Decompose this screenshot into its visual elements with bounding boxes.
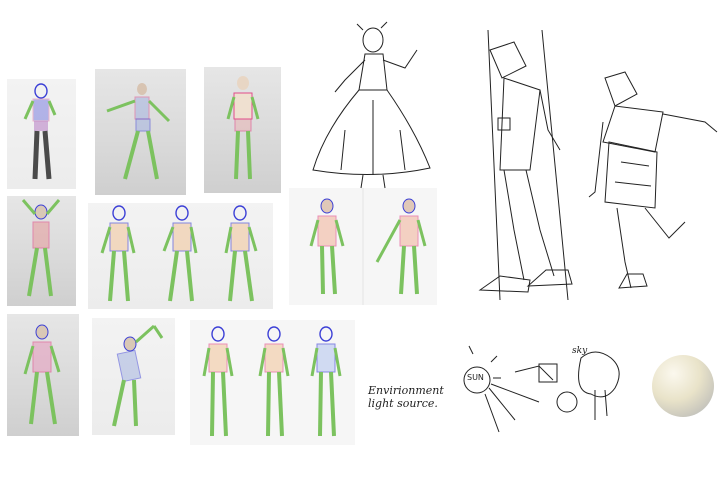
pose-photo-8[interactable] <box>92 318 175 435</box>
pose-overlay <box>23 324 61 425</box>
pose-photo-9[interactable] <box>190 320 355 445</box>
pose-photo-1[interactable] <box>7 79 76 189</box>
pose-overlay <box>112 324 164 427</box>
sketch-lines <box>478 29 573 301</box>
pose-photo-6[interactable] <box>289 188 437 305</box>
pose-overlay <box>202 326 342 437</box>
pose-overlay <box>23 83 57 180</box>
standing-figure-sketch[interactable] <box>470 20 585 305</box>
pose-photo-4[interactable] <box>7 196 76 306</box>
walking-figure-sketch[interactable] <box>585 62 720 307</box>
pose-photo-5[interactable] <box>88 203 273 309</box>
environment-note-text: Envirionment light source. <box>368 384 444 410</box>
pose-overlay <box>226 76 260 180</box>
diagram-lines <box>463 345 620 433</box>
pose-photo-7[interactable] <box>7 314 79 436</box>
pose-overlay <box>309 188 427 305</box>
sketch-lines <box>588 71 718 289</box>
reference-board: Envirionment light source. SUN sky <box>0 0 720 480</box>
environment-note: Envirionment light source. <box>368 384 448 420</box>
pose-photo-2[interactable] <box>95 69 186 195</box>
sketch-lines <box>312 21 431 189</box>
pose-overlay <box>106 83 171 180</box>
pose-overlay <box>21 199 61 297</box>
sun-label: SUN <box>467 373 484 382</box>
pose-photo-3[interactable] <box>204 67 281 193</box>
light-source-diagram[interactable]: SUN sky <box>455 340 640 450</box>
shaded-sphere[interactable] <box>652 355 714 417</box>
sky-label: sky <box>572 346 588 356</box>
dress-figure-sketch[interactable] <box>305 20 440 190</box>
pose-overlay <box>100 205 258 302</box>
